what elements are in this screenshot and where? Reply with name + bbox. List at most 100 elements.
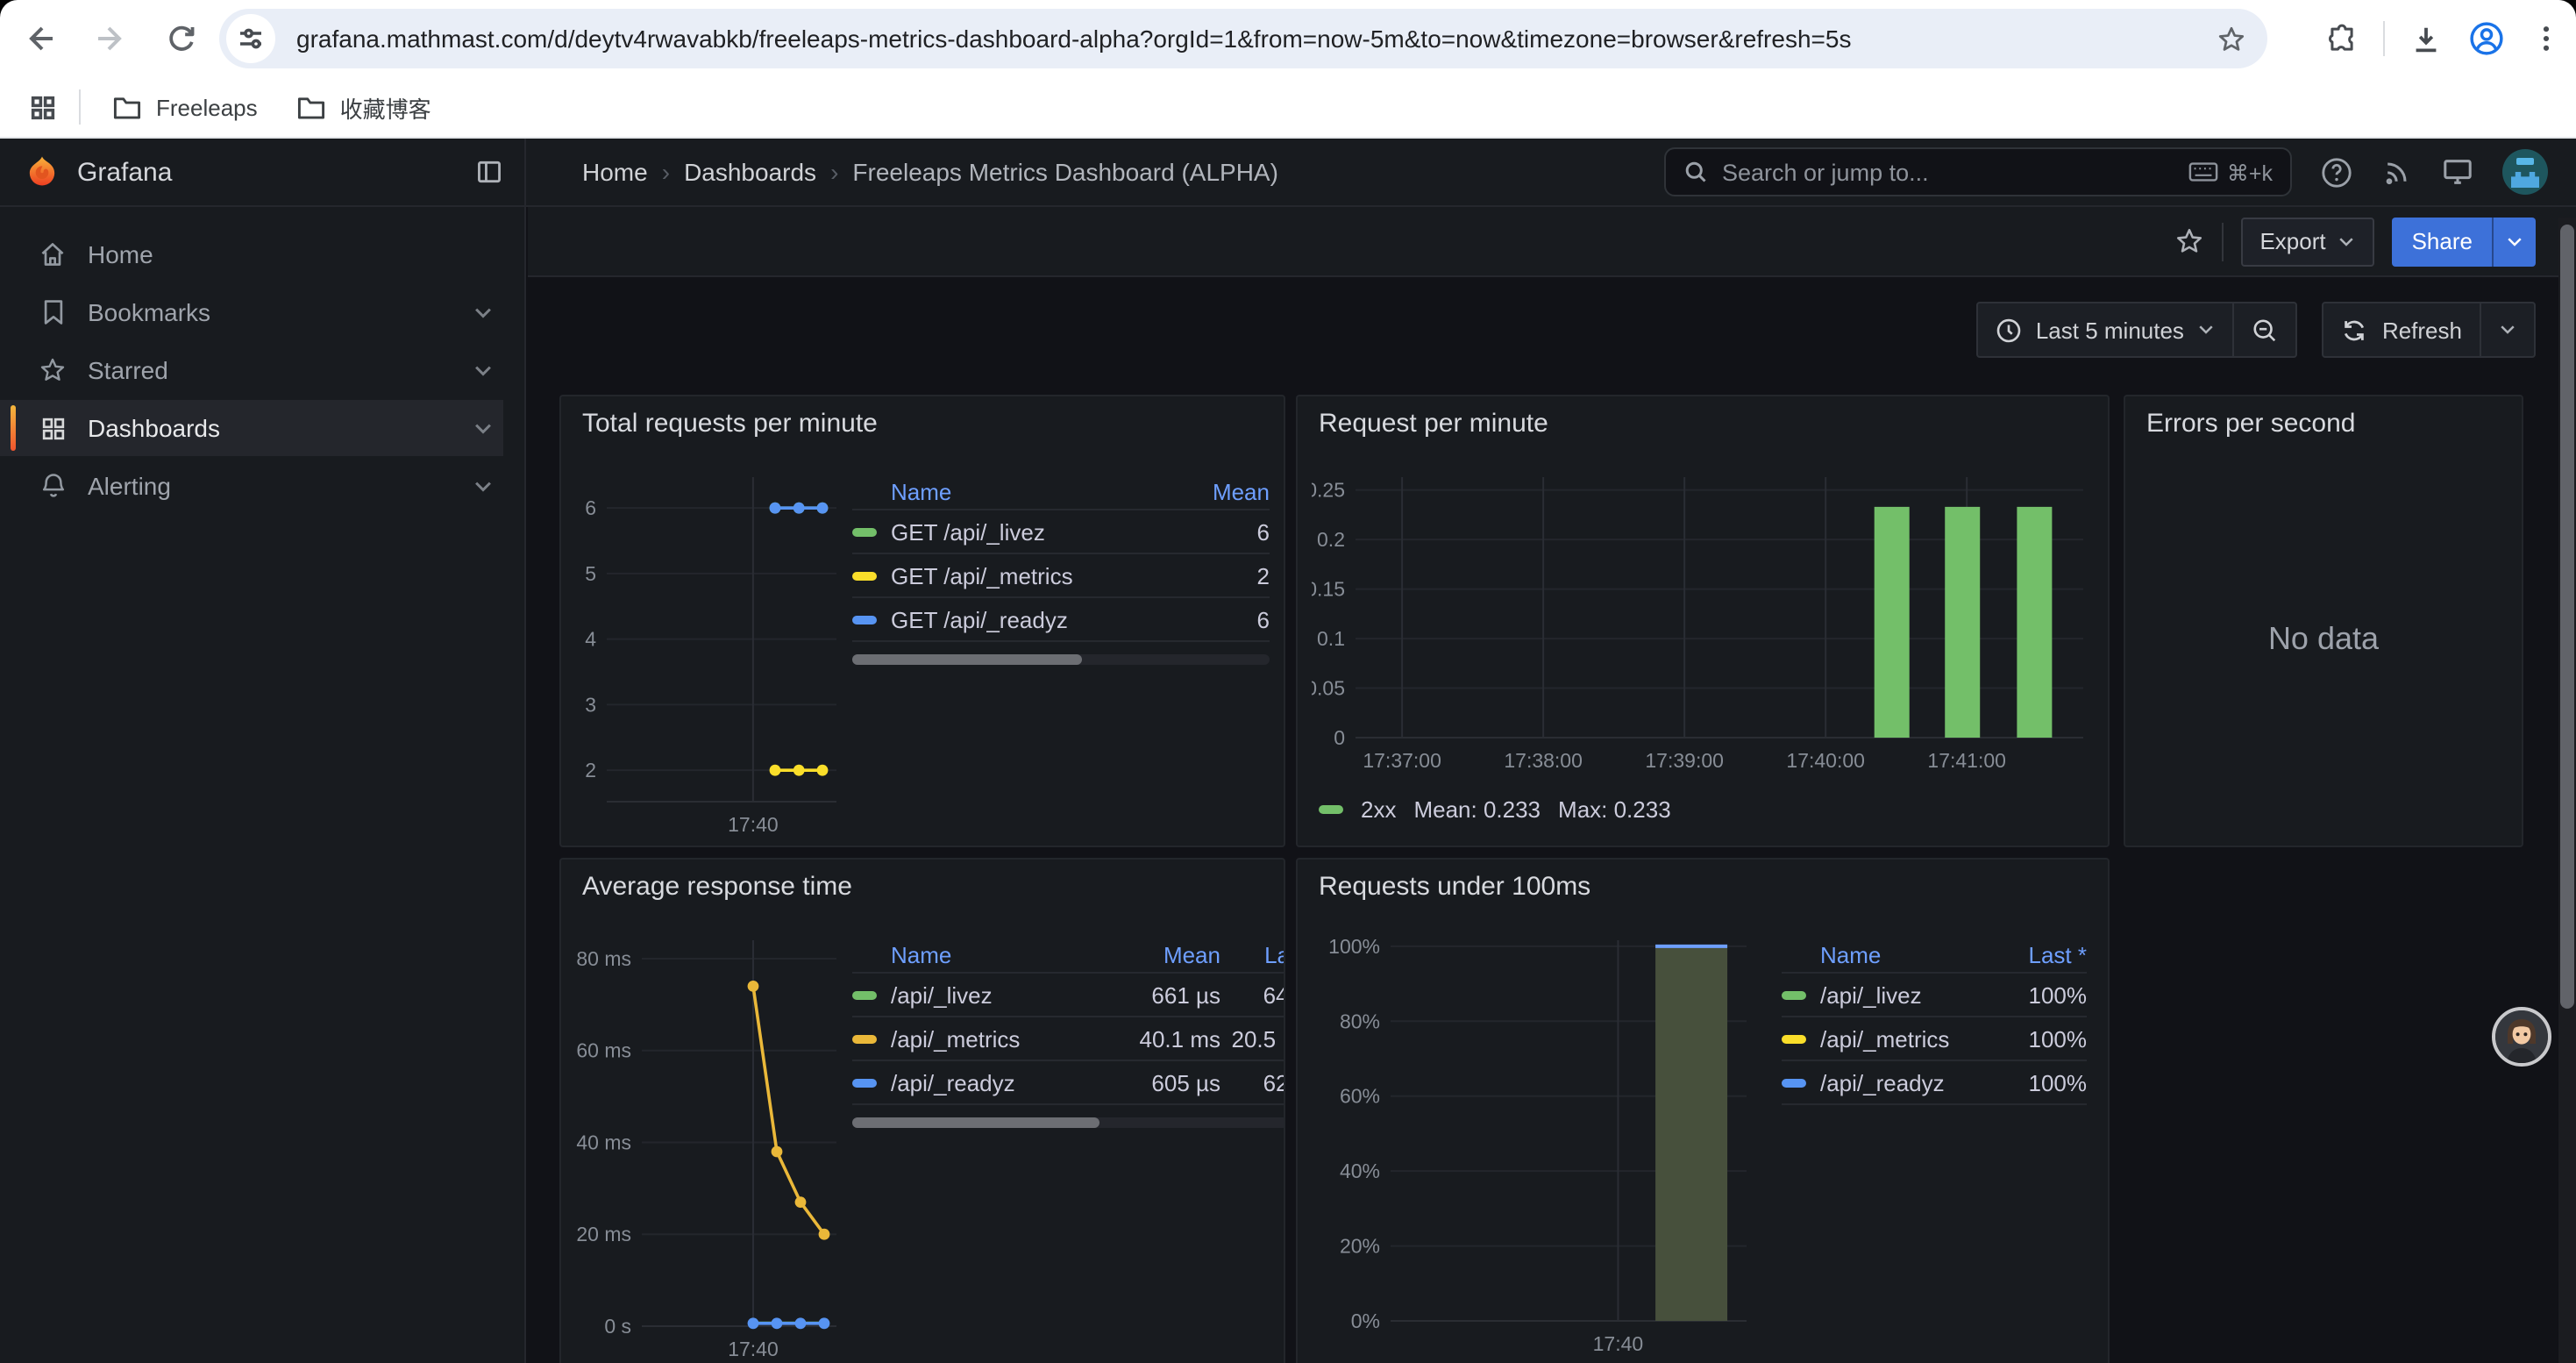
profile-icon[interactable] <box>2467 19 2506 58</box>
panel-inline-legend[interactable]: 2xx Mean: 0.233 Max: 0.233 <box>1319 796 1671 823</box>
panel-total-requests-per-minute[interactable]: Total requests per minute 6543217:40 Nam… <box>559 395 1285 847</box>
actions-divider <box>2221 222 2223 260</box>
user-avatar[interactable] <box>2502 149 2548 195</box>
legend-scrollbar-thumb[interactable] <box>852 654 1082 665</box>
extensions-icon[interactable] <box>2325 22 2359 55</box>
legend-series-name[interactable]: /api/_livez <box>852 981 1112 1008</box>
topnav-brand-section: Grafana <box>0 139 526 205</box>
panel-average-response-time[interactable]: Average response time 80 ms60 ms40 ms20 … <box>559 858 1285 1363</box>
legend-column-name[interactable]: Name <box>852 478 1171 504</box>
export-button[interactable]: Export <box>2240 217 2374 266</box>
legend-column-name[interactable]: Name <box>852 941 1112 967</box>
request-per-minute-chart[interactable]: 0.250.20.150.10.05017:37:0017:38:0017:39… <box>1312 460 2104 838</box>
requests-under-100ms-chart[interactable]: 100%80%60%40%20%0%17:40 <box>1308 923 1757 1363</box>
time-range-picker[interactable]: Last 5 minutes <box>1978 303 2233 356</box>
time-range-label: Last 5 minutes <box>2036 317 2184 343</box>
legend-row[interactable]: /api/_livez100% <box>1782 974 2087 1017</box>
average-response-time-chart[interactable]: 80 ms60 ms40 ms20 ms0 s17:40 <box>568 923 859 1363</box>
legend-scrollbar[interactable] <box>852 654 1270 665</box>
bookmark-folder-freeleaps[interactable]: Freeleaps <box>98 87 272 127</box>
legend-column-mean[interactable]: Mean <box>1112 941 1220 967</box>
sidebar-item-starred[interactable]: Starred <box>0 342 524 398</box>
legend-column-mean[interactable]: Mean <box>1171 478 1270 504</box>
series-swatch <box>852 571 877 580</box>
bookmark-folder-blogs[interactable]: 收藏博客 <box>282 83 445 131</box>
legend-scrollbar[interactable] <box>852 1117 1285 1128</box>
panel-title[interactable]: Request per minute <box>1319 409 1548 439</box>
refresh-button[interactable]: Refresh <box>2324 303 2480 356</box>
forward-icon[interactable] <box>81 9 140 68</box>
search-icon <box>1683 160 1708 184</box>
legend-series-name[interactable]: GET /api/_readyz <box>852 606 1171 632</box>
browser-menu-icon[interactable] <box>2530 23 2562 54</box>
search-shortcut: ⌘+k <box>2188 159 2273 185</box>
dashboard-actions-row: Export Share <box>528 207 2576 277</box>
kiosk-monitor-icon[interactable] <box>2441 156 2474 188</box>
legend-column-last[interactable]: Last * <box>1975 941 2087 967</box>
legend-row[interactable]: /api/_metrics40.1 ms20.5 m <box>852 1017 1285 1061</box>
sidebar-toggle-icon[interactable] <box>475 158 503 186</box>
page-scrollbar[interactable] <box>2558 218 2576 1363</box>
legend-series-name[interactable]: /api/_livez <box>1782 981 1975 1008</box>
panel-requests-under-100ms[interactable]: Requests under 100ms 100%80%60%40%20%0%1… <box>1296 858 2110 1363</box>
bookmark-page-star-icon[interactable] <box>2217 24 2246 54</box>
legend-row[interactable]: GET /api/_readyz6 <box>852 598 1270 642</box>
breadcrumb-home[interactable]: Home <box>582 158 648 186</box>
chevron-down-icon[interactable] <box>473 480 493 492</box>
panel-errors-per-second[interactable]: Errors per second No data <box>2124 395 2523 847</box>
legend-value: 40.1 ms <box>1112 1025 1220 1052</box>
legend-column-name[interactable]: Name <box>1782 941 1975 967</box>
legend-row[interactable]: GET /api/_metrics2 <box>852 554 1270 598</box>
sidebar-item-alerting[interactable]: Alerting <box>0 458 524 514</box>
url-text[interactable]: grafana.mathmast.com/d/deytv4rwavabkb/fr… <box>296 25 2217 53</box>
url-bar[interactable]: grafana.mathmast.com/d/deytv4rwavabkb/fr… <box>219 9 2267 68</box>
legend-row[interactable]: /api/_metrics100% <box>1782 1017 2087 1061</box>
chevron-down-icon[interactable] <box>473 306 493 318</box>
share-button[interactable]: Share <box>2393 217 2536 266</box>
panel-title[interactable]: Average response time <box>582 872 852 902</box>
sidebar-item-home[interactable]: Home <box>0 226 524 282</box>
legend-row[interactable]: /api/_readyz100% <box>1782 1061 2087 1105</box>
legend-row[interactable]: /api/_livez661 µs646 <box>852 974 1285 1017</box>
download-icon[interactable] <box>2409 22 2443 55</box>
refresh-interval-dropdown[interactable] <box>2481 303 2534 356</box>
search-input[interactable]: Search or jump to... ⌘+k <box>1664 147 2292 196</box>
apps-grid-icon[interactable] <box>28 92 58 122</box>
panel-request-per-minute[interactable]: Request per minute 0.250.20.150.10.05017… <box>1296 395 2110 847</box>
legend-series-name[interactable]: /api/_metrics <box>852 1025 1112 1052</box>
panel-title[interactable]: Errors per second <box>2146 409 2355 439</box>
news-rss-icon[interactable] <box>2381 156 2413 188</box>
legend-series-name[interactable]: /api/_readyz <box>852 1069 1112 1095</box>
scrollbar-thumb[interactable] <box>2560 225 2574 1009</box>
legend-series-name[interactable]: /api/_metrics <box>1782 1025 1975 1052</box>
legend-series-name[interactable]: /api/_readyz <box>1782 1069 1975 1095</box>
legend-series-name[interactable]: GET /api/_livez <box>852 518 1171 545</box>
legend-row[interactable]: /api/_readyz605 µs620 <box>852 1061 1285 1105</box>
grafana-logo[interactable] <box>25 154 60 189</box>
browser-toolbar: grafana.mathmast.com/d/deytv4rwavabkb/fr… <box>0 0 2576 77</box>
reload-icon[interactable] <box>151 9 210 68</box>
bookmark-icon <box>39 298 67 326</box>
sidebar-item-dashboards[interactable]: Dashboards <box>0 400 503 456</box>
zoom-out-button[interactable] <box>2235 303 2296 356</box>
legend-column-las[interactable]: Las <box>1220 941 1285 967</box>
assistant-avatar[interactable] <box>2492 1007 2551 1067</box>
sidebar-item-bookmarks[interactable]: Bookmarks <box>0 284 524 340</box>
panel-title[interactable]: Requests under 100ms <box>1319 872 1590 902</box>
help-icon[interactable] <box>2320 155 2353 189</box>
legend-series-name[interactable]: GET /api/_metrics <box>852 562 1171 589</box>
favorite-dashboard-star-icon[interactable] <box>2174 226 2203 256</box>
chevron-down-icon[interactable] <box>473 364 493 376</box>
site-settings-icon[interactable] <box>226 14 275 63</box>
panel-title[interactable]: Total requests per minute <box>582 409 878 439</box>
back-icon[interactable] <box>11 9 70 68</box>
breadcrumb-dashboards[interactable]: Dashboards <box>684 158 816 186</box>
sidebar-item-label: Starred <box>88 356 168 384</box>
share-dropdown[interactable] <box>2492 217 2536 266</box>
legend-row[interactable]: GET /api/_livez6 <box>852 510 1270 554</box>
legend-scrollbar-thumb[interactable] <box>852 1117 1099 1128</box>
chevron-down-icon[interactable] <box>473 422 493 434</box>
legend-header: NameMean <box>852 474 1270 510</box>
total-requests-chart[interactable]: 6543217:40 <box>568 460 859 838</box>
svg-text:40%: 40% <box>1340 1160 1380 1182</box>
